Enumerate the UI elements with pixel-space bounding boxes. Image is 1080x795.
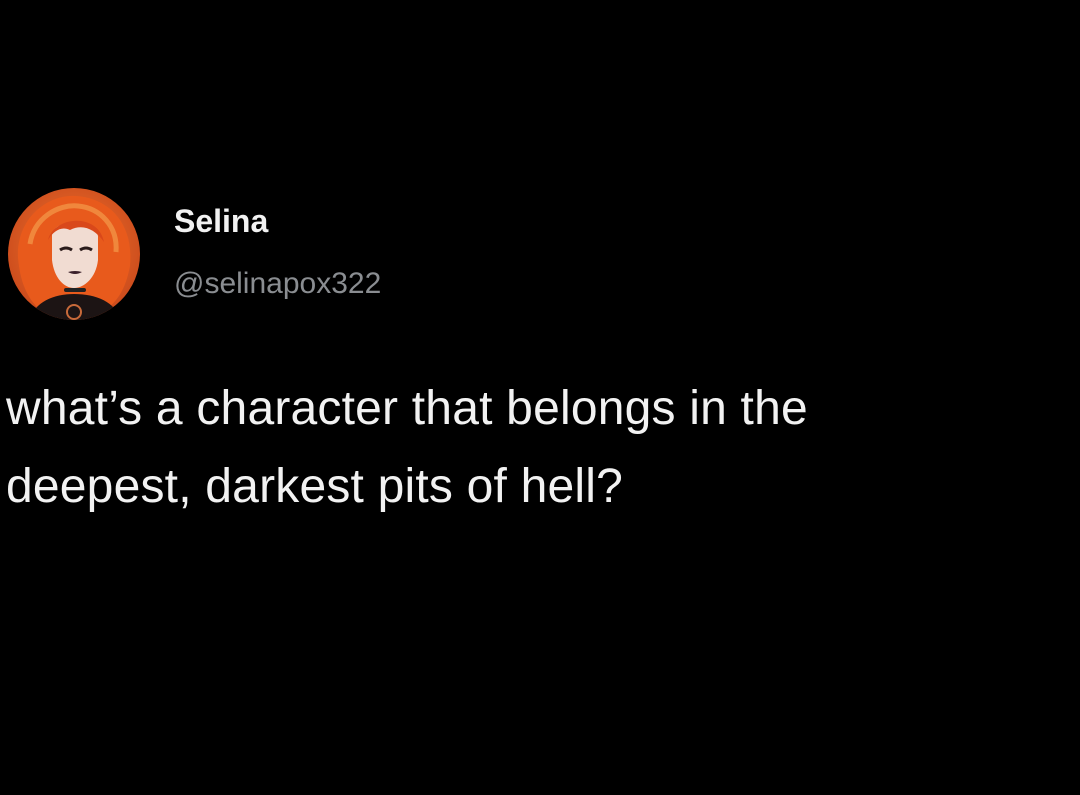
profile-avatar-icon[interactable] — [8, 188, 140, 320]
author-info: Selina @selinapox322 — [174, 203, 381, 302]
author-handle[interactable]: @selinapox322 — [174, 266, 381, 302]
tweet-card: Selina @selinapox322 what’s a character … — [0, 0, 1080, 795]
tweet-header: Selina @selinapox322 — [8, 186, 381, 322]
author-display-name[interactable]: Selina — [174, 202, 381, 240]
tweet-text: what’s a character that belongs in the d… — [6, 382, 808, 513]
